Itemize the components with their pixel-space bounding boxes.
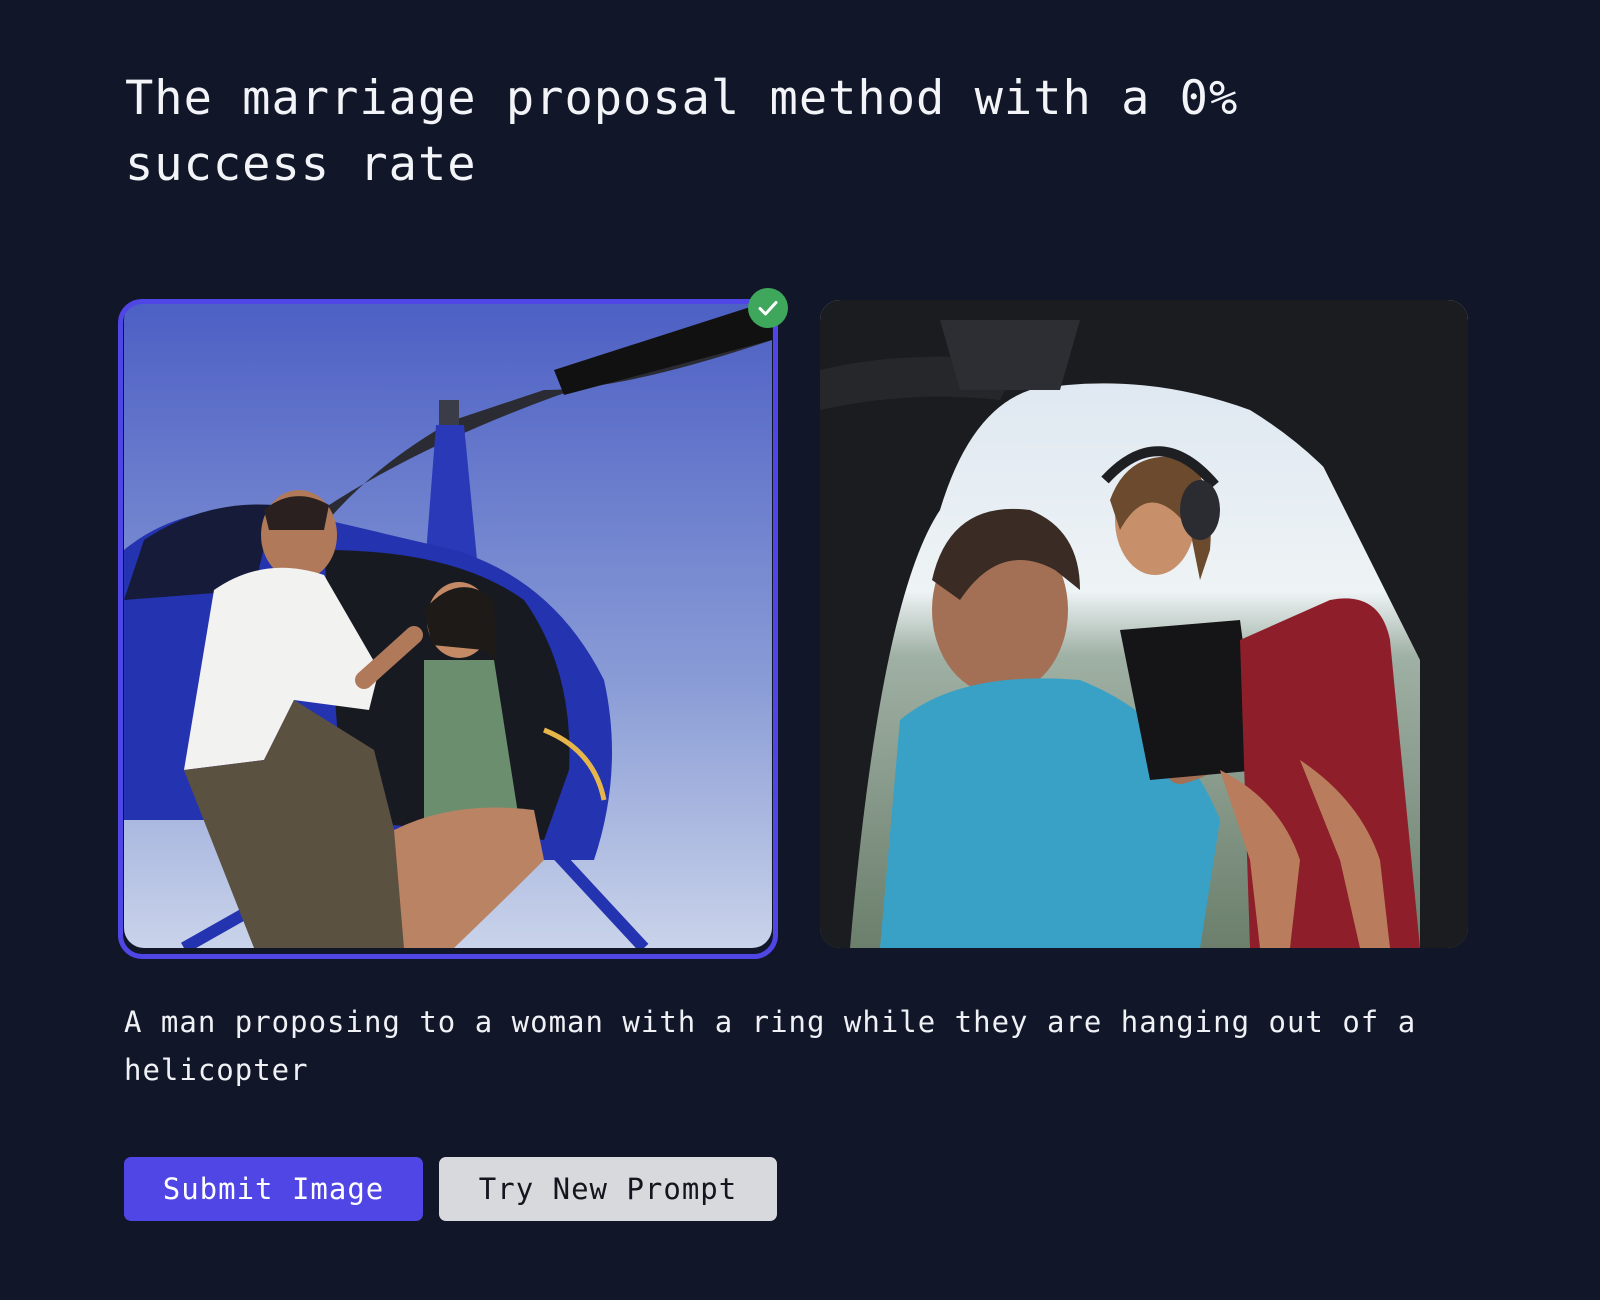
try-new-prompt-button[interactable]: Try New Prompt [439,1157,777,1221]
helicopter-proposal-image-1 [124,300,772,948]
submit-image-button[interactable]: Submit Image [124,1157,423,1221]
checkmark-icon [758,301,778,316]
page: The marriage proposal method with a 0% s… [0,0,1600,1300]
helicopter-proposal-image-2 [820,300,1468,948]
image-option-2[interactable] [820,300,1468,948]
check-circle-icon [748,288,788,328]
image-caption: A man proposing to a woman with a ring w… [124,1005,1417,1087]
image-option-1[interactable] [124,300,772,948]
prompt-title: The marriage proposal method with a 0% s… [125,71,1239,192]
